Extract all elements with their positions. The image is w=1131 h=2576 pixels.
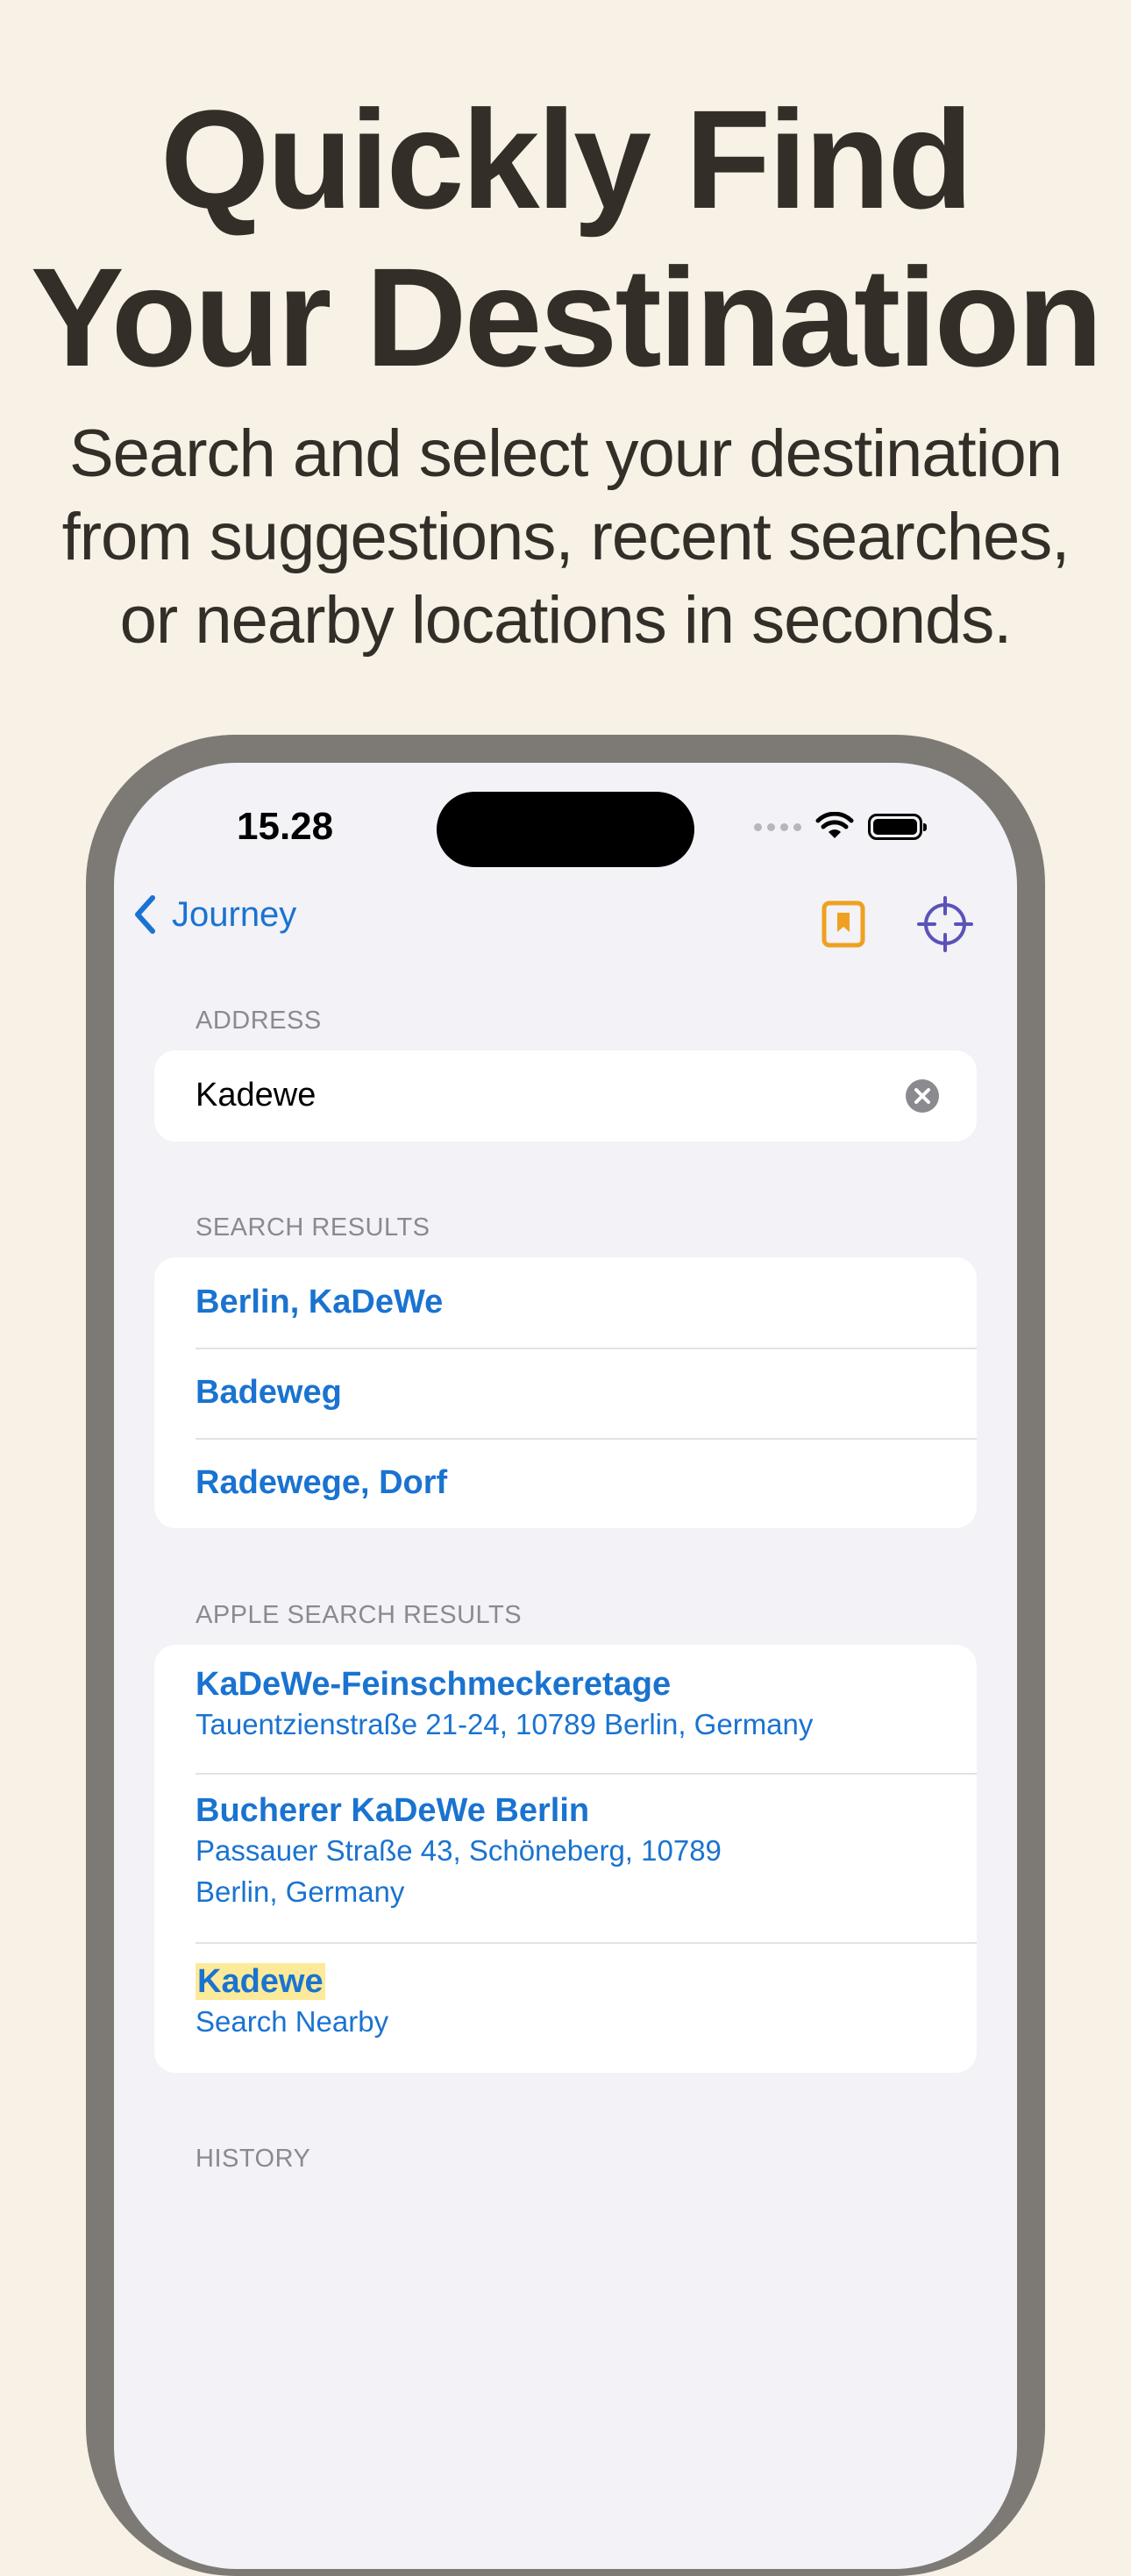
search-result-title: Radewege, Dorf [196,1464,448,1501]
status-time: 15.28 [237,805,334,848]
apple-result-subtitle: Passauer Straße 43, Schöneberg, 10789 [196,1834,722,1867]
list-item[interactable]: Berlin, KaDeWe [154,1257,977,1348]
bookmark-icon[interactable] [815,896,871,952]
promo-headline-line-2: Your Destination [30,238,1103,395]
list-item[interactable]: Bucherer KaDeWe Berlin Passauer Straße 4… [154,1773,977,1942]
promo-subhead-line-3: or nearby locations in seconds. [119,583,1013,658]
address-search-value: Kadewe [196,1077,317,1114]
list-item[interactable]: KaDeWe-Feinschmeckeretage Tauentzienstra… [154,1645,977,1773]
list-item[interactable]: Badeweg [154,1348,977,1438]
dynamic-island [437,792,694,867]
promo-headline-line-1: Quickly Find [160,81,973,238]
search-result-title: Badeweg [196,1374,342,1411]
back-button[interactable]: Journey [133,894,296,935]
search-result-title: Berlin, KaDeWe [196,1284,444,1320]
chevron-left-icon [135,895,155,934]
wifi-icon [815,812,854,838]
apple-result-title: Bucherer KaDeWe Berlin [196,1792,590,1829]
crosshair-icon[interactable] [917,896,973,952]
apple-result-subtitle-line-2: Berlin, Germany [196,1875,405,1908]
back-button-label: Journey [172,894,297,934]
apple-results-list: KaDeWe-Feinschmeckeretage Tauentzienstra… [154,1645,977,2073]
list-item[interactable]: Kadewe Search Nearby [154,1942,977,2073]
address-search-input[interactable]: Kadewe [154,1050,977,1142]
list-item[interactable]: Radewege, Dorf [154,1438,977,1528]
apple-result-subtitle: Search Nearby [196,2005,389,2038]
apple-result-title-highlighted: Kadewe [196,1963,325,2000]
history-section-label: HISTORY [196,2145,311,2173]
apple-results-section-label: APPLE SEARCH RESULTS [196,1601,523,1629]
apple-result-subtitle: Tauentzienstraße 21-24, 10789 Berlin, Ge… [196,1708,814,1740]
promo-subhead-line-2: from suggestions, recent searches, [61,500,1071,574]
promo-headline: Quickly Find Your Destination [0,81,1131,396]
promo-subhead-line-1: Search and select your destination [68,416,1063,491]
promo-subhead: Search and select your destination from … [0,412,1131,662]
address-section-label: ADDRESS [196,1007,322,1035]
cellular-signal-icon [754,822,801,831]
clear-icon[interactable] [905,1078,940,1114]
battery-icon [868,814,927,840]
phone-screen: 15.28 Journey ADDRESS Kadewe SEARCH RESU… [114,763,1017,2569]
search-results-list: Berlin, KaDeWe Badeweg Radewege, Dorf [154,1257,977,1528]
status-indicators [754,805,927,849]
search-results-section-label: SEARCH RESULTS [196,1213,430,1242]
apple-result-title: KaDeWe-Feinschmeckeretage [196,1666,672,1703]
